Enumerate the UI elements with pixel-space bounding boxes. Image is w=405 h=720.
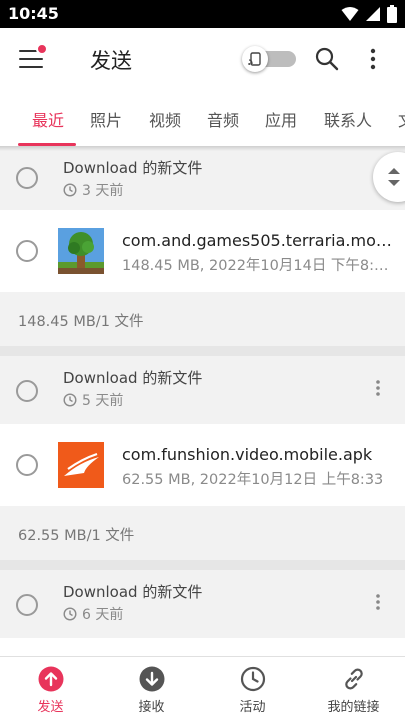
scroll-arrows-icon — [388, 168, 400, 186]
link-icon — [345, 668, 363, 690]
clock-icon — [63, 607, 77, 621]
group-more-icon[interactable] — [370, 378, 386, 398]
bottom-navigation: 发送 接收 活动 我的链接 — [0, 656, 405, 720]
tab-apps[interactable]: 应用 — [265, 107, 297, 131]
group-summary: 148.45 MB/1 文件 — [0, 292, 405, 346]
group-header[interactable]: Download 的新文件 5 天前 — [0, 356, 405, 420]
clock-icon — [63, 393, 77, 407]
group-title: Download 的新文件 — [63, 583, 203, 601]
group-summary: 62.55 MB/1 文件 — [0, 506, 405, 560]
menu-button[interactable] — [16, 43, 50, 74]
battery-icon — [387, 5, 397, 23]
app-bar: 发送 — [0, 28, 405, 90]
file-select-radio[interactable] — [16, 240, 38, 262]
cast-toggle[interactable] — [242, 46, 296, 72]
signal-icon — [366, 7, 380, 21]
file-row[interactable] — [0, 638, 405, 656]
group-title: Download 的新文件 — [63, 159, 203, 177]
clock-icon — [63, 183, 77, 197]
group-select-radio[interactable] — [16, 167, 38, 189]
file-row[interactable]: com.funshion.video.mobile.apk 62.55 MB, … — [0, 424, 405, 506]
group-time: 5 天前 — [63, 390, 123, 410]
search-icon[interactable] — [314, 46, 340, 72]
status-time: 10:45 — [8, 4, 59, 23]
group-divider — [0, 560, 405, 570]
more-vert-icon[interactable] — [362, 46, 384, 72]
group-time: 3 天前 — [63, 180, 123, 200]
cast-icon — [248, 52, 261, 66]
file-name: com.and.games505.terraria.mod_… — [122, 231, 392, 250]
funshion-app-icon — [58, 442, 104, 488]
download-arrow-icon — [139, 666, 165, 692]
file-select-radio[interactable] — [16, 454, 38, 476]
upload-arrow-icon — [38, 666, 64, 692]
file-row[interactable]: com.and.games505.terraria.mod_… 148.45 M… — [0, 210, 405, 292]
nav-my-links[interactable]: 我的链接 — [303, 657, 404, 720]
status-bar: 10:45 — [0, 0, 405, 28]
recent-files-list[interactable]: Download 的新文件 3 天前 com.and.games505.terr… — [0, 146, 405, 656]
group-header[interactable]: Download 的新文件 6 天前 — [0, 570, 405, 634]
tab-recent[interactable]: 最近 — [32, 107, 64, 131]
group-select-radio[interactable] — [16, 380, 38, 402]
group-more-icon[interactable] — [370, 592, 386, 612]
group-title: Download 的新文件 — [63, 369, 203, 387]
group-time: 6 天前 — [63, 604, 123, 624]
nav-send[interactable]: 发送 — [0, 657, 101, 720]
nav-activity[interactable]: 活动 — [202, 657, 303, 720]
notification-dot — [36, 43, 48, 55]
wifi-icon — [341, 7, 359, 21]
page-title: 发送 — [90, 49, 132, 73]
group-divider — [0, 346, 405, 356]
tab-photos[interactable]: 照片 — [90, 107, 122, 131]
clock-icon — [240, 666, 266, 692]
tab-contacts[interactable]: 联系人 — [324, 107, 372, 131]
nav-receive[interactable]: 接收 — [101, 657, 202, 720]
file-name: com.funshion.video.mobile.apk — [122, 445, 373, 464]
tab-files[interactable]: 文 — [398, 107, 405, 131]
terraria-tree-icon — [58, 228, 104, 274]
category-tabs: 最近 照片 视频 音频 应用 联系人 文 — [0, 90, 405, 146]
group-select-radio[interactable] — [16, 594, 38, 616]
tab-videos[interactable]: 视频 — [149, 107, 181, 131]
file-meta: 62.55 MB, 2022年10月12日 上午8:33 — [122, 472, 384, 488]
status-icons — [341, 5, 397, 23]
file-meta: 148.45 MB, 2022年10月14日 下午8:… — [122, 258, 389, 274]
tab-audio[interactable]: 音频 — [207, 107, 239, 131]
group-header[interactable]: Download 的新文件 3 天前 — [0, 146, 405, 210]
